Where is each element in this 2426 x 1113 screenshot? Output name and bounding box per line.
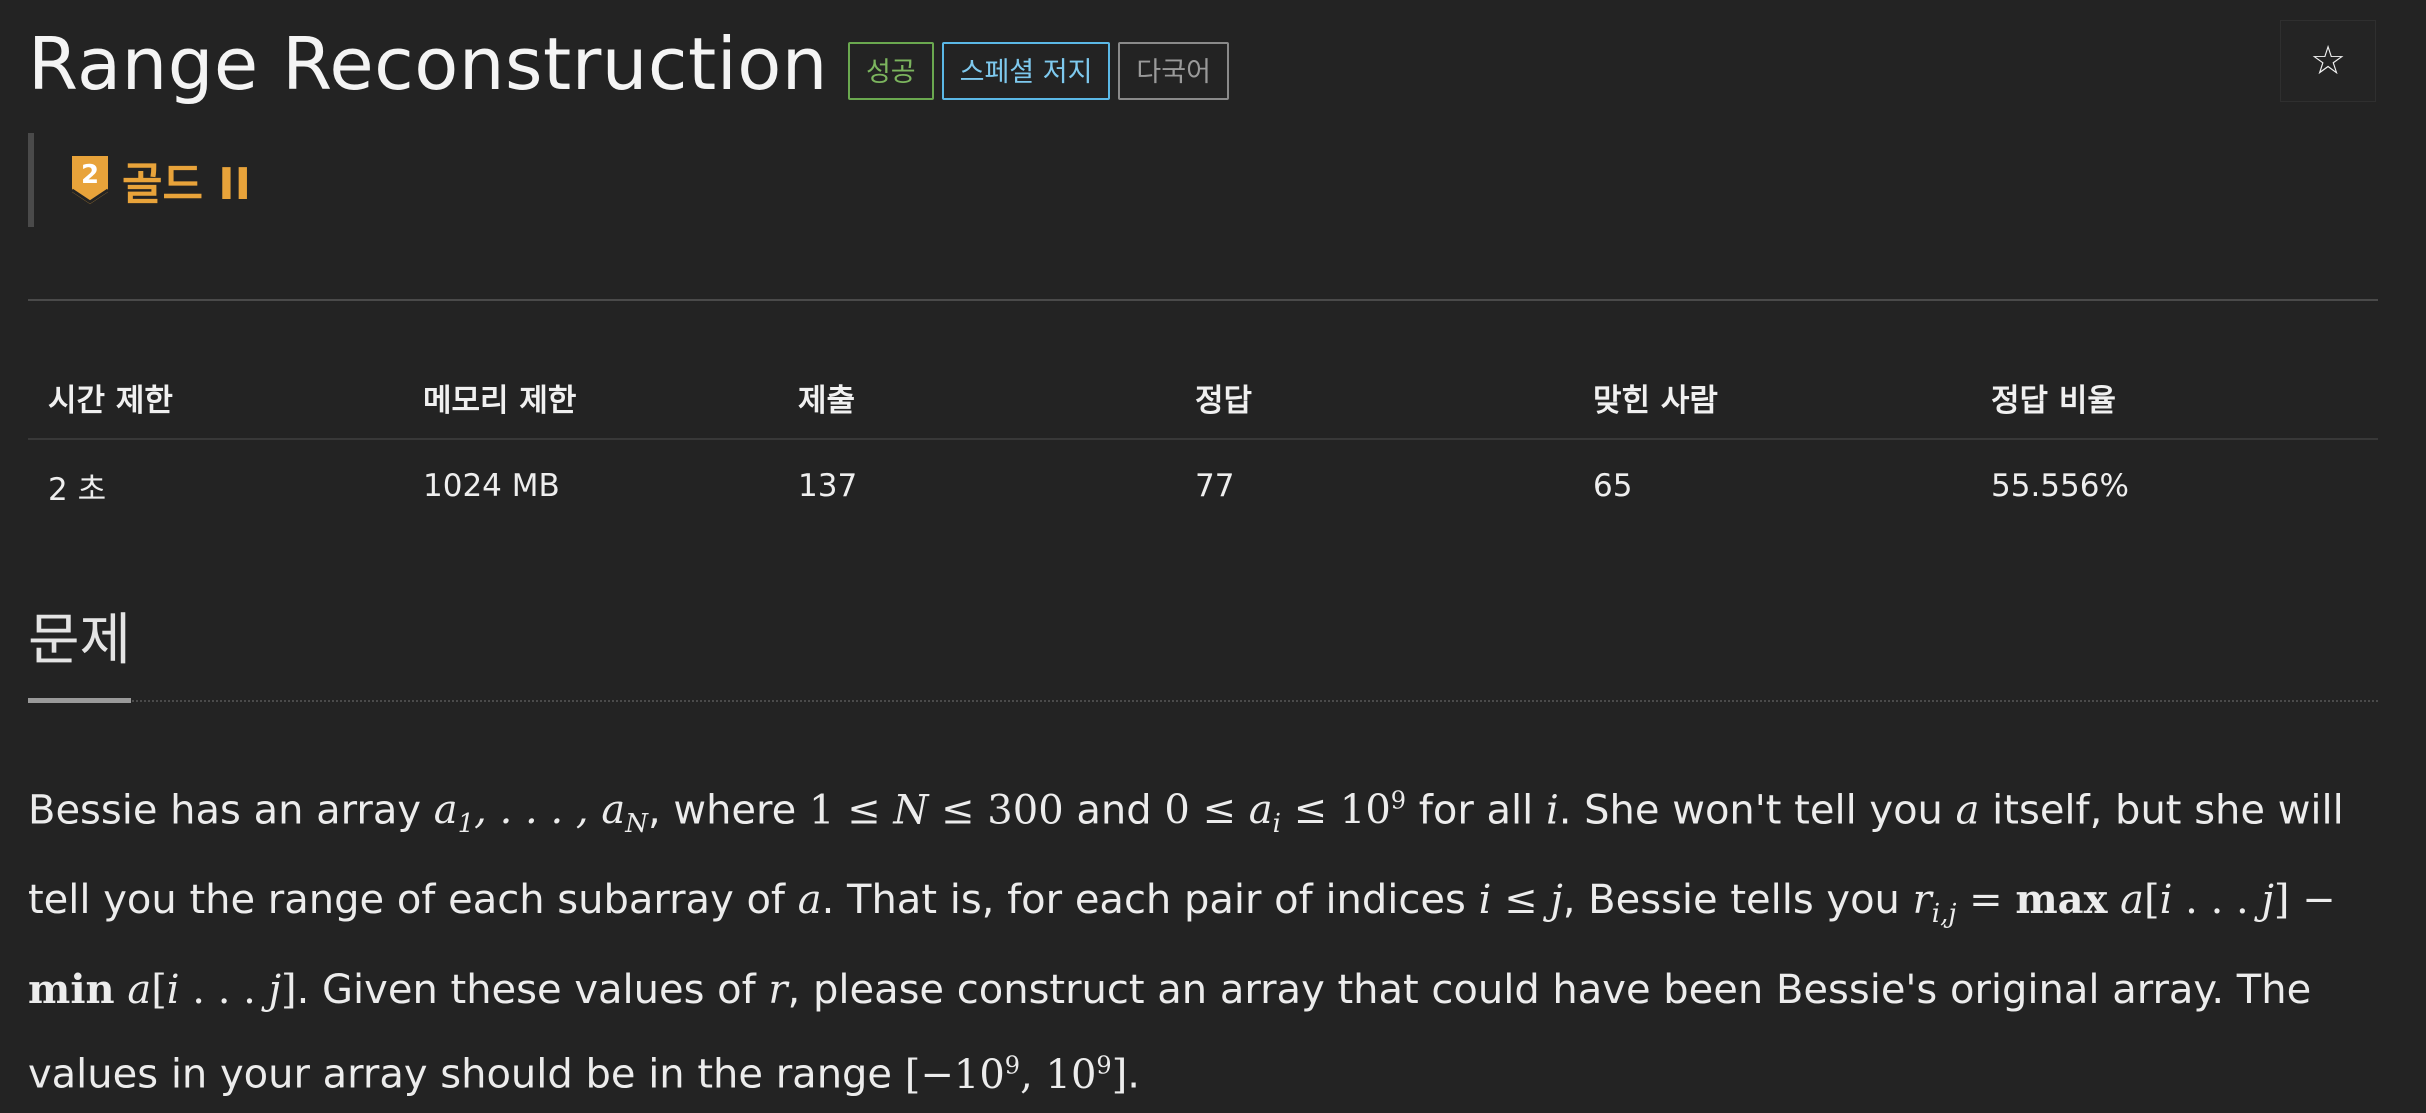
cell-accept-ratio: 55.556% bbox=[1991, 468, 2129, 504]
header-time-limit: 시간 제한 bbox=[28, 356, 403, 440]
header-accept-ratio: 정답 비율 bbox=[1971, 356, 2378, 440]
header-accepted: 정답 bbox=[1175, 356, 1573, 440]
cell-submissions: 137 bbox=[798, 468, 858, 504]
problem-info-table: 시간 제한 메모리 제한 제출 정답 맞힌 사람 정답 비율 2 초 1024 … bbox=[28, 356, 2378, 532]
math-a-bound: 0 ≤ ai ≤ 109 bbox=[1164, 787, 1407, 840]
math-value-range: [−109, 109] bbox=[904, 1051, 1128, 1098]
table-header-row: 시간 제한 메모리 제한 제출 정답 맞힌 사람 정답 비율 bbox=[28, 356, 2378, 440]
cell-accepted: 77 bbox=[1195, 468, 1235, 504]
problem-section-header: 문제 bbox=[28, 606, 2378, 703]
cell-memory-limit: 1024 MB bbox=[423, 468, 560, 504]
svg-text:2: 2 bbox=[81, 160, 99, 190]
problem-text: , Bessie tells you bbox=[1562, 877, 1913, 924]
problem-text: for all bbox=[1406, 787, 1546, 834]
problem-text: . That is, for each pair of indices bbox=[821, 877, 1479, 924]
tier-badge[interactable]: 2 골드 II bbox=[28, 133, 251, 227]
math-i: i bbox=[1545, 787, 1559, 834]
divider bbox=[28, 299, 2378, 301]
header-submissions: 제출 bbox=[778, 356, 1175, 440]
math-array: a1, . . . , aN bbox=[433, 787, 648, 840]
problem-text: . She won't tell you bbox=[1558, 787, 1956, 834]
problem-description: Bessie has an array a1, . . . , aN, wher… bbox=[28, 764, 2388, 1113]
tier-label: 골드 II bbox=[122, 159, 252, 210]
label-special-judge[interactable]: 스페셜 저지 bbox=[941, 42, 1111, 100]
header-memory-limit: 메모리 제한 bbox=[403, 356, 778, 440]
table-row: 2 초 1024 MB 137 77 65 55.556% bbox=[28, 439, 2378, 532]
math-a: a bbox=[1955, 787, 1980, 834]
problem-text: , where bbox=[647, 787, 809, 834]
star-icon: ☆ bbox=[2310, 38, 2346, 84]
label-multilingual[interactable]: 다국어 bbox=[1118, 42, 1229, 100]
cell-solved-users: 65 bbox=[1593, 468, 1633, 504]
math-n-bound: 1 ≤ N ≤ 300 bbox=[808, 787, 1064, 834]
problem-text: and bbox=[1063, 787, 1165, 834]
math-a: a bbox=[797, 877, 822, 924]
problem-text: Bessie has an array bbox=[28, 787, 434, 834]
header-solved-users: 맞힌 사람 bbox=[1573, 356, 1971, 440]
label-success[interactable]: 성공 bbox=[847, 42, 934, 100]
tier-shield-icon: 2 bbox=[71, 156, 109, 204]
problem-text: . bbox=[1127, 1051, 1141, 1098]
favorite-button[interactable]: ☆ bbox=[2280, 20, 2376, 102]
title-row: Range Reconstruction 성공 스페셜 저지 다국어 bbox=[28, 18, 1237, 110]
math-i-le-j: i ≤ j bbox=[1478, 877, 1563, 924]
section-title: 문제 bbox=[28, 606, 132, 703]
problem-text: . Given these values of bbox=[296, 967, 769, 1014]
page-title: Range Reconstruction bbox=[28, 22, 828, 106]
cell-time-limit: 2 초 bbox=[48, 471, 107, 508]
math-r: r bbox=[768, 967, 788, 1014]
